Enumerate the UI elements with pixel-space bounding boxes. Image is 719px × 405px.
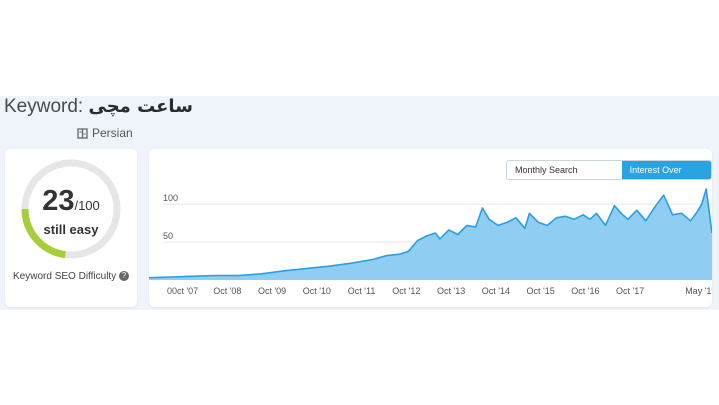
x-tick-label: Oct '15 bbox=[526, 286, 554, 296]
x-tick-label: Oct '08 bbox=[213, 286, 241, 296]
keyword-value: ساعت مچی bbox=[88, 96, 193, 117]
language-indicator: Persian bbox=[77, 126, 133, 140]
keyword-title: Keyword: ساعت مچی bbox=[4, 96, 193, 118]
x-tick-label: Oct '09 bbox=[258, 286, 286, 296]
book-translate-icon bbox=[77, 127, 88, 139]
y-tick-label: 50 bbox=[163, 231, 173, 241]
monthly-search-volumes-tab[interactable]: Monthly Search Volumes bbox=[507, 161, 622, 179]
x-tick-label: Oct '14 bbox=[482, 286, 510, 296]
difficulty-card: 23/100 still easy Keyword SEO Difficulty… bbox=[5, 149, 137, 307]
help-icon[interactable]: ? bbox=[118, 271, 129, 282]
difficulty-score: 23/100 bbox=[5, 185, 137, 218]
keyword-label: Keyword: bbox=[4, 96, 84, 117]
difficulty-status: still easy bbox=[43, 222, 99, 237]
difficulty-score-value: 23 bbox=[42, 185, 75, 217]
x-tick-label: May '19 bbox=[685, 286, 712, 296]
x-tick-label: Oct '17 bbox=[616, 286, 644, 296]
interest-over-time-tab[interactable]: Interest Over Time bbox=[621, 161, 711, 179]
difficulty-label-row: Keyword SEO Difficulty ? bbox=[5, 271, 137, 282]
interest-chart-card: 100 50 00ct '07 Oct '08 Oct '09 Oct '10 Oct '1… bbox=[149, 149, 712, 307]
x-tick-label: Oct '11 bbox=[348, 286, 376, 296]
x-tick-label: Oct '16 bbox=[571, 286, 599, 296]
x-tick-label: Oct '12 bbox=[392, 286, 420, 296]
y-tick-label: 100 bbox=[163, 193, 178, 203]
language-label: Persian bbox=[92, 126, 133, 140]
x-tick-label: Oct '10 bbox=[303, 286, 331, 296]
x-tick-label: Oct '13 bbox=[437, 286, 465, 296]
difficulty-score-max: /100 bbox=[74, 198, 100, 213]
difficulty-label: Keyword SEO Difficulty bbox=[13, 271, 117, 282]
chart-mode-toggle: Monthly Search Volumes Interest Over Tim… bbox=[506, 160, 712, 180]
x-tick-label: 00ct '07 bbox=[167, 286, 198, 296]
